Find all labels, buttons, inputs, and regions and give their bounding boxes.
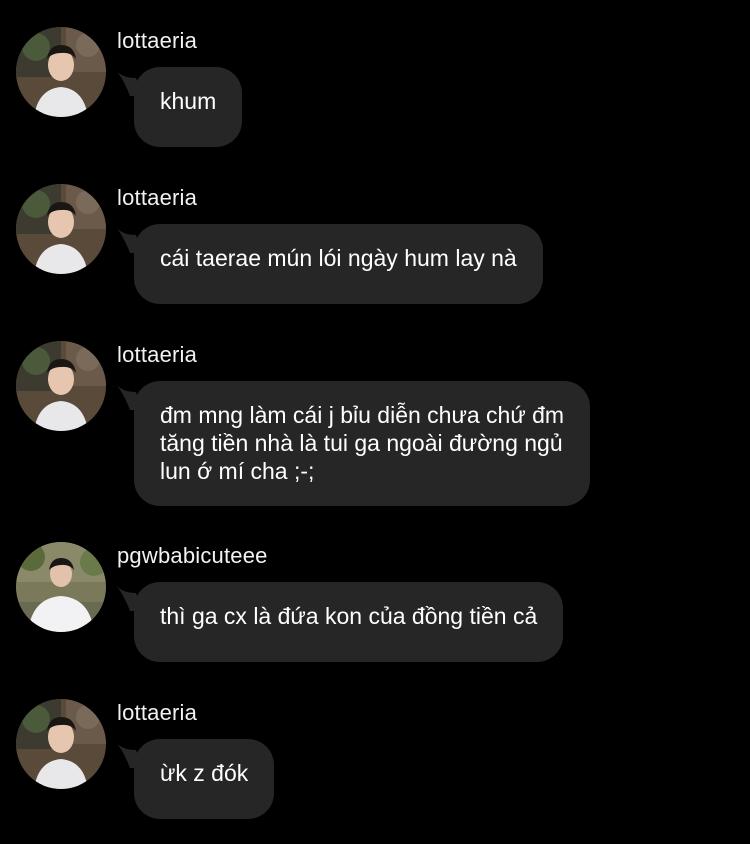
- message-bubble[interactable]: khum: [134, 67, 243, 147]
- message-bubble[interactable]: cái taerae mún lói ngày hum lay nà: [134, 224, 543, 304]
- message-text: khum: [160, 88, 217, 114]
- sender-name[interactable]: lottaeria: [117, 342, 197, 368]
- avatar[interactable]: [16, 341, 106, 431]
- message-text: thì ga cx là đứa kon của đồng tiền cả: [160, 603, 538, 629]
- message-text-line: đm mng làm cái j bỉu diễn chưa chứ đm: [160, 402, 565, 428]
- avatar[interactable]: [16, 27, 106, 117]
- avatar[interactable]: [16, 699, 106, 789]
- message-text-line: tăng tiền nhà là tui ga ngoài đường ngủ: [160, 430, 563, 456]
- avatar-photo-icon: [16, 27, 106, 117]
- message-text: cái taerae mún lói ngày hum lay nà: [160, 245, 517, 271]
- sender-name[interactable]: pgwbabicuteee: [117, 543, 268, 569]
- avatar-photo-icon: [16, 184, 106, 274]
- sender-name[interactable]: lottaeria: [117, 700, 197, 726]
- avatar[interactable]: [16, 184, 106, 274]
- sender-name[interactable]: lottaeria: [117, 28, 197, 54]
- message-bubble[interactable]: đm mng làm cái j bỉu diễn chưa chứ đm tă…: [134, 381, 591, 506]
- sender-name[interactable]: lottaeria: [117, 185, 197, 211]
- message-bubble[interactable]: thì ga cx là đứa kon của đồng tiền cả: [134, 582, 564, 662]
- avatar-photo-icon: [16, 542, 106, 632]
- message-text-line: lun ớ mí cha ;-;: [160, 458, 315, 484]
- message-bubble[interactable]: ừk z đók: [134, 739, 275, 819]
- avatar[interactable]: [16, 542, 106, 632]
- avatar-photo-icon: [16, 699, 106, 789]
- avatar-photo-icon: [16, 341, 106, 431]
- message-text: ừk z đók: [160, 760, 249, 786]
